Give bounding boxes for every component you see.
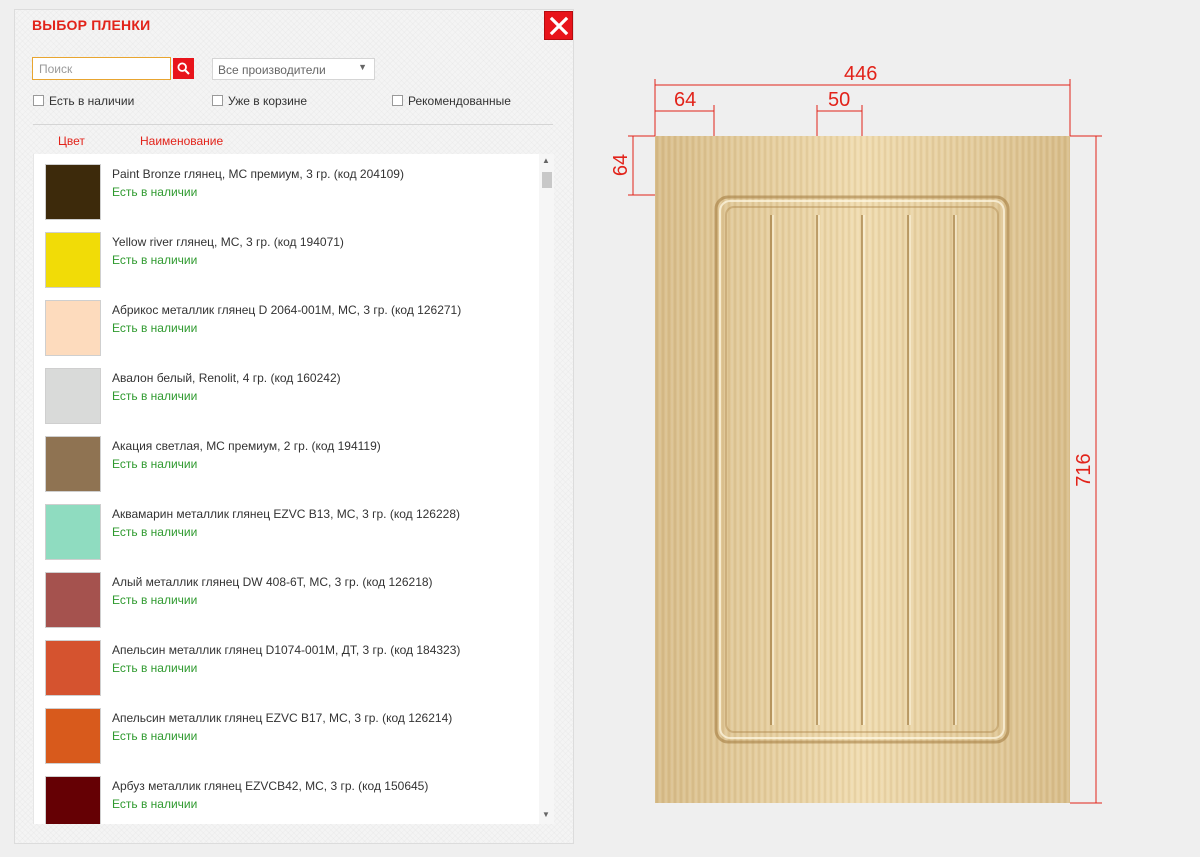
color-swatch [45, 504, 101, 560]
search-input[interactable] [32, 57, 171, 80]
list-item[interactable]: Акация светлая, МС премиум, 2 гр. (код 1… [34, 426, 539, 494]
item-name: Акация светлая, МС премиум, 2 гр. (код 1… [112, 439, 381, 453]
checkbox-box[interactable] [33, 95, 44, 106]
dimension-groove-label: 50 [828, 89, 850, 111]
color-swatch [45, 708, 101, 764]
list-item[interactable]: Апельсин металлик глянец EZVC B17, МС, 3… [34, 698, 539, 766]
chevron-down-icon: ▼ [358, 62, 367, 72]
checkbox-box[interactable] [212, 95, 223, 106]
list-item[interactable]: Аквамарин металлик глянец EZVC B13, МС, … [34, 494, 539, 562]
color-swatch [45, 164, 101, 220]
scroll-thumb[interactable] [542, 172, 552, 188]
color-swatch [45, 640, 101, 696]
manufacturer-select-value: Все производители [218, 63, 326, 77]
list-item[interactable]: Yellow river глянец, МС, 3 гр. (код 1940… [34, 222, 539, 290]
item-name: Paint Bronze глянец, МС премиум, 3 гр. (… [112, 167, 404, 181]
search-icon [177, 62, 190, 75]
item-name: Абрикос металлик глянец D 2064-001М, МС,… [112, 303, 462, 317]
dimension-height-label: 716 [1073, 453, 1095, 486]
dialog-title: ВЫБОР ПЛЕНКИ [32, 17, 151, 33]
item-stock-status: Есть в наличии [112, 389, 198, 403]
list-item[interactable]: Абрикос металлик глянец D 2064-001М, МС,… [34, 290, 539, 358]
item-name: Аквамарин металлик глянец EZVC B13, МС, … [112, 507, 460, 521]
item-name: Арбуз металлик глянец EZVCB42, МС, 3 гр.… [112, 779, 429, 793]
item-name: Yellow river глянец, МС, 3 гр. (код 1940… [112, 235, 344, 249]
list-header: Цвет Наименование [33, 124, 553, 155]
item-name: Апельсин металлик глянец D1074-001M, ДТ,… [112, 643, 461, 657]
item-stock-status: Есть в наличии [112, 729, 198, 743]
list-scrollbar[interactable]: ▲ ▼ [539, 154, 554, 824]
item-name: Авалон белый, Renolit, 4 гр. (код 160242… [112, 371, 341, 385]
list-item[interactable]: Paint Bronze глянец, МС премиум, 3 гр. (… [34, 154, 539, 222]
dimension-frame-left-label: 64 [674, 89, 696, 111]
filter-recommended-label: Рекомендованные [408, 94, 511, 108]
item-stock-status: Есть в наличии [112, 661, 198, 675]
scroll-up-arrow-icon[interactable]: ▲ [542, 156, 550, 165]
item-stock-status: Есть в наличии [112, 525, 198, 539]
door-drawing: 446 64 50 64 716 [610, 63, 1102, 804]
item-stock-status: Есть в наличии [112, 593, 198, 607]
checkbox-box[interactable] [392, 95, 403, 106]
list-item[interactable]: Алый металлик глянец DW 408-6T, МС, 3 гр… [34, 562, 539, 630]
item-stock-status: Есть в наличии [112, 253, 198, 267]
color-swatch [45, 368, 101, 424]
dimension-width-label: 446 [844, 63, 877, 85]
item-stock-status: Есть в наличии [112, 797, 198, 811]
item-name: Апельсин металлик глянец EZVC B17, МС, 3… [112, 711, 453, 725]
color-swatch [45, 572, 101, 628]
film-list: Paint Bronze глянец, МС премиум, 3 гр. (… [33, 154, 554, 824]
close-button[interactable] [544, 11, 573, 40]
item-name: Алый металлик глянец DW 408-6T, МС, 3 гр… [112, 575, 433, 589]
filter-in-stock-label: Есть в наличии [49, 94, 135, 108]
list-item[interactable]: Авалон белый, Renolit, 4 гр. (код 160242… [34, 358, 539, 426]
color-swatch [45, 232, 101, 288]
search-button[interactable] [173, 58, 194, 79]
door-preview: 446 64 50 64 716 [590, 55, 1190, 815]
column-name-header[interactable]: Наименование [140, 134, 223, 148]
manufacturer-select[interactable]: Все производители ▼ [212, 58, 375, 80]
list-item[interactable]: Арбуз металлик глянец EZVCB42, МС, 3 гр.… [34, 766, 539, 824]
column-color-header[interactable]: Цвет [58, 134, 85, 148]
list-item[interactable]: Апельсин металлик глянец D1074-001M, ДТ,… [34, 630, 539, 698]
item-stock-status: Есть в наличии [112, 457, 198, 471]
item-stock-status: Есть в наличии [112, 321, 198, 335]
film-selection-dialog: ВЫБОР ПЛЕНКИ Все производители ▼ Есть в … [14, 9, 574, 844]
color-swatch [45, 776, 101, 824]
dimension-frame-top-label: 64 [610, 154, 632, 176]
item-stock-status: Есть в наличии [112, 185, 198, 199]
color-swatch [45, 300, 101, 356]
close-icon [549, 16, 569, 36]
scroll-down-arrow-icon[interactable]: ▼ [542, 810, 550, 819]
color-swatch [45, 436, 101, 492]
filter-in-cart-label: Уже в корзине [228, 94, 308, 108]
